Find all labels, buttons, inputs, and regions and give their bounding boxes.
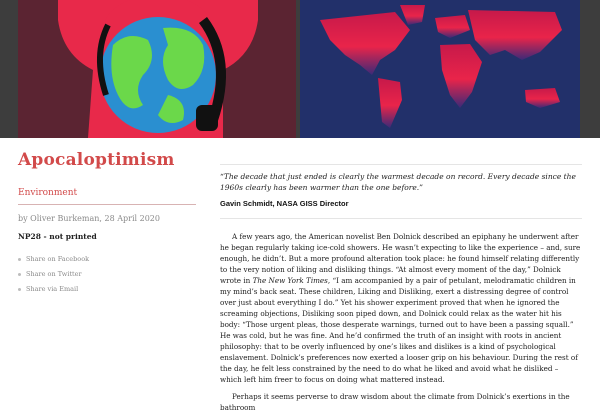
share-label: Share on Facebook (26, 255, 90, 263)
bullet-icon (18, 257, 21, 261)
byline: by Oliver Burkeman, 28 April 2020 (18, 214, 160, 223)
category-rule (18, 204, 196, 205)
body-paragraph: A few years ago, the American novelist B… (220, 231, 582, 385)
share-list: Share on Facebook Share on Twitter Share… (18, 255, 198, 293)
share-facebook-link[interactable]: Share on Facebook (18, 255, 198, 263)
article-body: A few years ago, the American novelist B… (220, 231, 582, 413)
quote-rule-bottom (220, 218, 582, 219)
share-twitter-link[interactable]: Share on Twitter (18, 270, 198, 278)
body-paragraph: Perhaps it seems perverse to draw wisdom… (220, 392, 570, 412)
article-sidebar: Apocaloptimism Environment by Oliver Bur… (18, 150, 198, 300)
body-text: , “I am accompanied by a pair of petulan… (220, 276, 578, 384)
category-link[interactable]: Environment (18, 188, 198, 198)
epigraph-quote: “The decade that just ended is clearly t… (220, 172, 576, 192)
epigraph-attribution: Gavin Schmidt, NASA GISS Director (220, 199, 349, 208)
quote-rule-top (220, 164, 582, 165)
earth-headphones-illustration (18, 0, 296, 138)
article-title: Apocaloptimism (18, 150, 175, 170)
publication-name: The New York Times (252, 276, 328, 285)
share-label: Share on Twitter (26, 270, 82, 278)
share-label: Share via Email (26, 285, 79, 293)
share-email-link[interactable]: Share via Email (18, 285, 198, 293)
article-main: “The decade that just ended is clearly t… (220, 164, 582, 413)
issue-label: NP28 - not printed (18, 232, 97, 241)
bullet-icon (18, 287, 21, 291)
bullet-icon (18, 272, 21, 276)
hero-banner (0, 0, 600, 138)
warming-world-map (300, 0, 580, 138)
